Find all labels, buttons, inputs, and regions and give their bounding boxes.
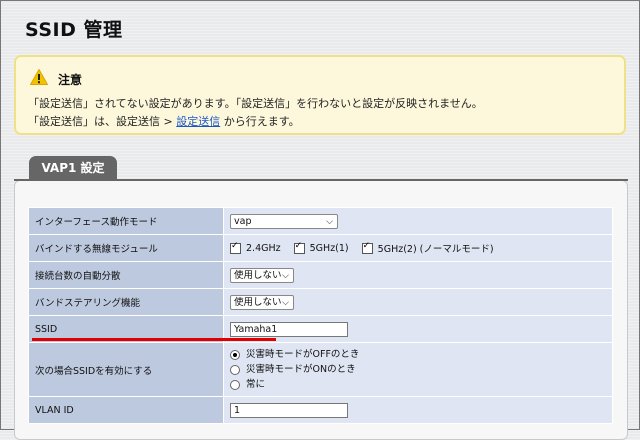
chevron-down-icon: ⌵ xyxy=(282,270,289,281)
page-title: SSID 管理 xyxy=(25,19,123,41)
table-row: VLAN ID 1 xyxy=(28,396,613,424)
interface-mode-select[interactable]: vap ⌵ xyxy=(230,213,338,229)
notice-text-after: から行えます。 xyxy=(220,115,300,128)
radio-row: 災害時モードがOFFのとき xyxy=(230,347,606,362)
band-steering-label: バンドステアリング機能 xyxy=(28,288,224,316)
notice-text-before: 「設定送信」は、設定送信 > xyxy=(28,115,177,128)
radio-always[interactable] xyxy=(230,379,240,390)
notice-title: 注意 xyxy=(58,73,83,87)
checkbox-2-4ghz[interactable] xyxy=(230,241,241,254)
checkbox-5ghz-2[interactable] xyxy=(361,241,373,254)
settings-send-link[interactable]: 設定送信 xyxy=(176,115,220,128)
ssid-cell: Yamaha1 xyxy=(223,315,613,343)
interface-mode-value: vap xyxy=(234,215,252,227)
table-row: 次の場合SSIDを有効にする 災害時モードがOFFのとき 災害時モードがONのと… xyxy=(28,342,613,397)
tab-vap1-settings[interactable]: VAP1 設定 xyxy=(29,156,117,180)
checkbox-5ghz-1[interactable] xyxy=(293,241,305,254)
band-steering-select[interactable]: 使用しない ⌵ xyxy=(230,294,294,310)
band-steering-value: 使用しない xyxy=(234,296,282,308)
mode-cell: vap ⌵ xyxy=(223,207,613,235)
checkbox-2-4ghz-label: 2.4GHz xyxy=(246,242,281,254)
radio-disaster-on[interactable] xyxy=(230,364,240,375)
settings-table: インターフェース動作モード vap ⌵ バインドする無線モジュール 2.4GHz… xyxy=(28,207,613,424)
auto-split-select[interactable]: 使用しない ⌵ xyxy=(230,267,294,283)
radio-row: 災害時モードがONのとき xyxy=(230,362,606,377)
table-row: バンドステアリング機能 使用しない ⌵ xyxy=(28,288,613,316)
radio-disaster-off[interactable] xyxy=(230,349,240,360)
module-label: バインドする無線モジュール xyxy=(28,234,224,262)
checkbox-5ghz-1-label: 5GHz(1) xyxy=(309,242,349,254)
radio-disaster-on-label: 災害時モードがONのとき xyxy=(246,364,356,375)
notice-message-2: 「設定送信」は、設定送信 > 設定送信 から行えます。 xyxy=(28,113,300,129)
band-steering-cell: 使用しない ⌵ xyxy=(223,288,613,316)
radio-always-label: 常に xyxy=(246,379,266,390)
auto-split-cell: 使用しない ⌵ xyxy=(223,261,613,289)
warning-icon xyxy=(30,69,48,85)
radio-row: 常に xyxy=(230,377,606,392)
ssid-enable-label: 次の場合SSIDを有効にする xyxy=(28,342,224,397)
chevron-down-icon: ⌵ xyxy=(282,297,289,308)
checkbox-5ghz-2-label: 5GHz(2) (ノーマルモード) xyxy=(377,244,494,255)
ssid-input[interactable]: Yamaha1 xyxy=(230,321,348,337)
vlan-label: VLAN ID xyxy=(28,396,224,424)
ssid-enable-cell: 災害時モードがOFFのとき 災害時モードがONのとき 常に xyxy=(223,342,613,397)
vlan-cell: 1 xyxy=(223,396,613,424)
table-row: 接続台数の自動分散 使用しない ⌵ xyxy=(28,261,613,289)
notice-message: 「設定送信」されてない設定があります。「設定送信」を行わないと設定が反映されませ… xyxy=(28,97,483,110)
notice-box: 注意 「設定送信」されてない設定があります。「設定送信」を行わないと設定が反映さ… xyxy=(14,55,626,135)
mode-label: インターフェース動作モード xyxy=(28,207,224,235)
module-cell: 2.4GHz 5GHz(1) 5GHz(2) (ノーマルモード) xyxy=(223,234,613,262)
vlan-id-input[interactable]: 1 xyxy=(230,402,348,418)
auto-split-value: 使用しない xyxy=(234,269,282,281)
radio-disaster-off-label: 災害時モードがOFFのとき xyxy=(246,349,360,360)
table-row: インターフェース動作モード vap ⌵ xyxy=(28,207,613,235)
chevron-down-icon: ⌵ xyxy=(326,216,333,227)
ssid-highlight-underline xyxy=(32,338,276,341)
table-row: バインドする無線モジュール 2.4GHz 5GHz(1) 5GHz(2) (ノー… xyxy=(28,234,613,262)
auto-split-label: 接続台数の自動分散 xyxy=(28,261,224,289)
